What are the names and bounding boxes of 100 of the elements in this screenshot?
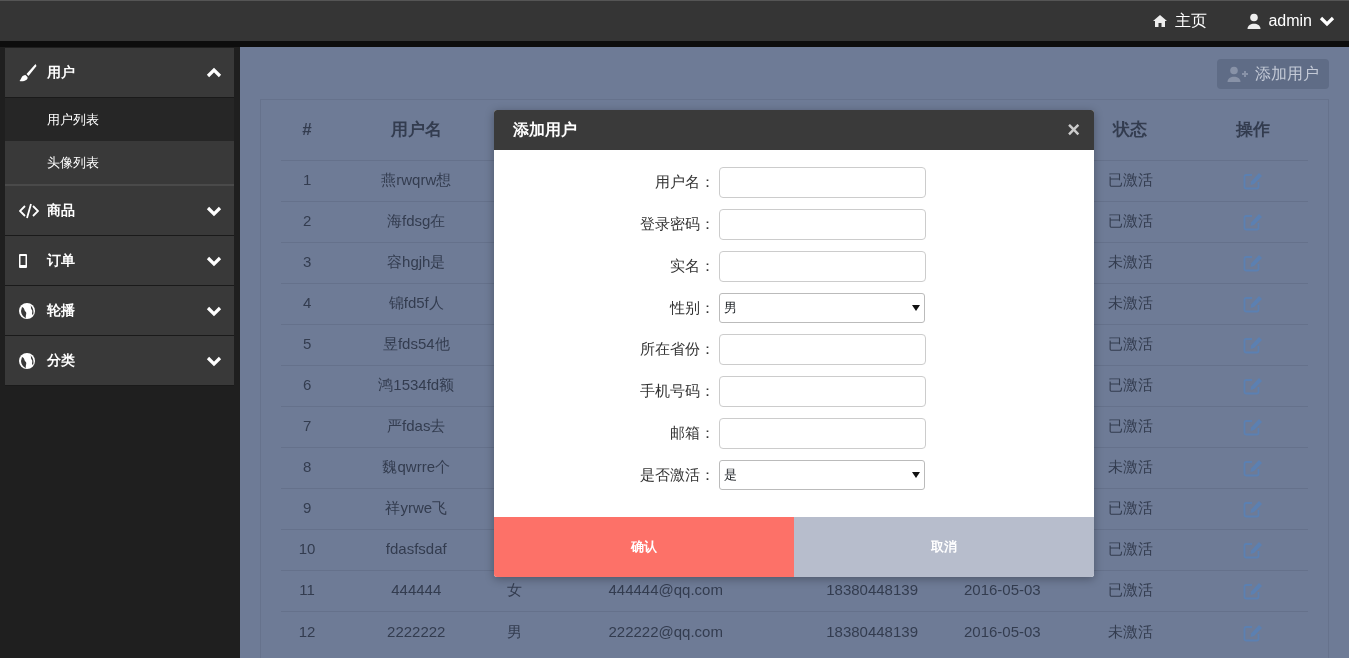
edit-button[interactable] [1242,418,1263,437]
field-label: 登录密码： [639,214,715,235]
edit-button[interactable] [1242,541,1263,560]
table-cell: 女 [506,581,522,599]
table-cell: 10 [298,540,316,558]
sidebar-subitem[interactable]: 头像列表 [5,141,234,184]
edit-icon [1242,213,1263,232]
sidebar-item[interactable]: 商品 [5,186,234,236]
table-cell: 海fdsg在 [387,212,446,230]
column-header: 状态 [1113,120,1148,139]
table-cell: 2 [302,212,312,230]
chevron-down-icon [206,304,222,317]
column-header: 用户名 [390,120,442,139]
user-plus-icon [1227,66,1249,82]
table-cell: 1 [302,171,312,189]
table-cell: 18380448139 [826,622,918,640]
table-cell: 燕rwqrw想 [381,171,452,189]
table-cell: 已激活 [1107,417,1153,435]
edit-button[interactable] [1242,336,1263,355]
dropdown-arrow-icon [912,472,920,478]
table-cell: 4 [302,294,312,312]
sidebar-subitem[interactable]: 用户列表 [5,98,234,141]
table-cell: 昱fds54他 [382,335,450,353]
table-cell: 未激活 [1107,294,1153,312]
select-field[interactable]: 是 [719,460,925,490]
table-cell: 容hgjh是 [387,253,446,271]
edit-button[interactable] [1242,213,1263,232]
field-label: 所在省份： [639,339,715,360]
field-label: 是否激活： [639,464,715,485]
table-cell: 已激活 [1107,212,1153,230]
edit-button[interactable] [1242,172,1263,191]
input-field[interactable] [719,167,926,198]
edit-icon [1242,295,1263,314]
globe-icon [19,352,35,369]
table-cell: 未激活 [1107,458,1153,476]
table-cell: 12 [298,622,316,640]
close-button[interactable]: × [1067,119,1080,141]
chevron-down-icon [1319,15,1335,27]
table-cell: 鸿1534fd额 [378,376,455,394]
user-icon [1247,13,1262,29]
edit-icon [1242,377,1263,396]
column-header: # [302,120,312,139]
code-icon [19,202,39,219]
field-label: 手机号码： [639,381,715,402]
edit-button[interactable] [1242,295,1263,314]
chevron-up-icon [206,66,222,79]
edit-icon [1242,418,1263,437]
home-icon [1152,14,1169,28]
sidebar-item[interactable]: 用户 [5,48,234,98]
input-field[interactable] [719,418,926,449]
sidebar-item[interactable]: 分类 [5,336,234,386]
sidebar-item[interactable]: 轮播 [5,286,234,336]
table-cell: 2016-05-03 [963,581,1041,599]
table-cell: 已激活 [1107,499,1153,517]
table-cell: 2016-05-03 [963,622,1041,640]
table-cell: 222222@qq.com [608,622,723,640]
table-cell: 2222222 [387,622,446,640]
table-cell: 8 [302,458,312,476]
dialog-title: 添加用户 [513,120,577,140]
table-cell: fdasfsdaf [385,540,447,558]
field-label: 性别： [668,297,715,318]
paintbrush-icon [19,63,37,82]
input-field[interactable] [719,209,926,240]
edit-icon [1242,254,1263,273]
table-cell: 未激活 [1107,253,1153,271]
table-cell: 18380448139 [826,581,918,599]
table-cell: 7 [302,417,312,435]
edit-icon [1242,541,1263,560]
table-cell: 9 [302,499,312,517]
table-cell: 已激活 [1107,335,1153,353]
edit-button[interactable] [1242,623,1263,642]
home-link[interactable]: 主页 [1152,9,1208,33]
table-cell: 3 [302,253,312,271]
edit-button[interactable] [1242,459,1263,478]
edit-icon [1242,459,1263,478]
select-field[interactable]: 男 [719,293,925,323]
edit-icon [1242,172,1263,191]
table-cell: 祥yrwe飞 [385,499,448,517]
table-cell: 5 [302,335,312,353]
field-label: 邮箱： [669,423,715,444]
chevron-down-icon [206,254,222,267]
edit-button[interactable] [1242,377,1263,396]
table-cell: 6 [302,376,312,394]
edit-button[interactable] [1242,254,1263,273]
table-cell: 锦fd5f人 [388,294,444,312]
user-menu[interactable]: admin [1247,9,1335,33]
table-cell: 已激活 [1107,376,1153,394]
edit-button[interactable] [1242,582,1263,601]
input-field[interactable] [719,376,926,407]
edit-icon [1242,582,1263,601]
input-field[interactable] [719,334,926,365]
table-cell: 已激活 [1107,540,1153,558]
field-label: 实名： [669,256,715,277]
input-field[interactable] [719,251,926,282]
table-cell: 魏qwrre个 [382,458,450,476]
table-cell: 444444@qq.com [608,581,723,599]
table-cell: 严fdas去 [387,417,446,435]
sidebar-item[interactable]: 订单 [5,236,234,286]
field-label: 用户名： [654,172,715,193]
edit-button[interactable] [1242,500,1263,519]
